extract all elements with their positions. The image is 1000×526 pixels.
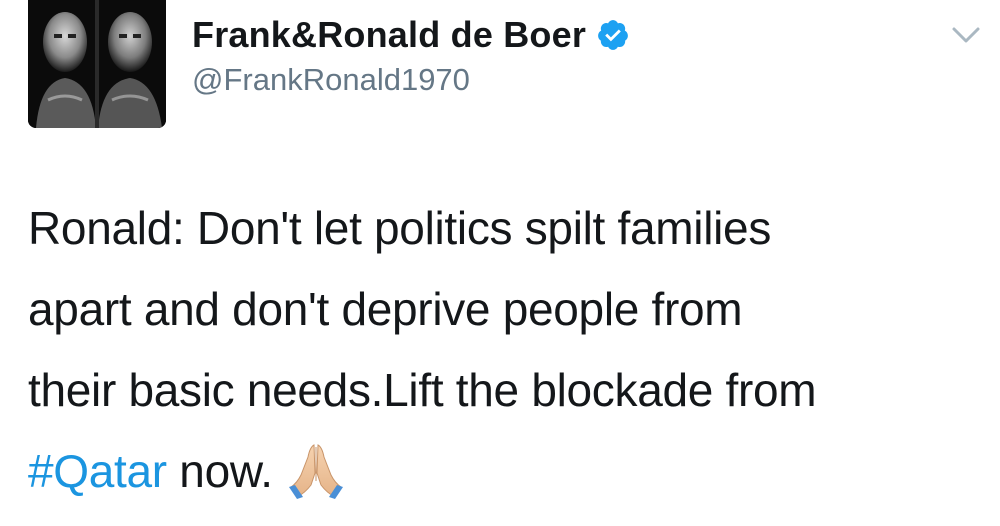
- folded-hands-emoji-icon: [283, 441, 349, 501]
- tweet-text-line: apart and don't deprive people from: [28, 283, 743, 335]
- hashtag-link[interactable]: #Qatar: [28, 445, 167, 497]
- display-name[interactable]: Frank&Ronald de Boer: [192, 14, 586, 56]
- name-row: Frank&Ronald de Boer: [192, 10, 630, 60]
- chevron-down-icon[interactable]: [950, 22, 982, 48]
- verified-badge-icon: [596, 18, 630, 52]
- tweet-text: Ronald: Don't let politics spilt familie…: [28, 188, 978, 512]
- tweet-text-tail: now.: [166, 445, 273, 497]
- tweet-text-line: Ronald: Don't let politics spilt familie…: [28, 202, 772, 254]
- avatar-image: [28, 0, 166, 128]
- tweet-text-line: their basic needs.Lift the blockade from: [28, 364, 817, 416]
- user-handle[interactable]: @FrankRonald1970: [192, 62, 470, 98]
- tweet-card: Frank&Ronald de Boer @FrankRonald1970 Ro…: [0, 0, 1000, 500]
- profile-avatar[interactable]: [28, 0, 166, 128]
